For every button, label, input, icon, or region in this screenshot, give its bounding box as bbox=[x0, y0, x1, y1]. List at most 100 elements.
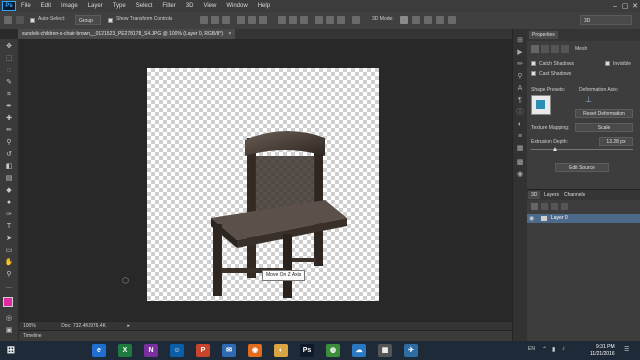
align-top-icon[interactable] bbox=[200, 16, 208, 24]
network-icon[interactable]: ▮ bbox=[552, 346, 555, 353]
maximize-button[interactable]: ▢ bbox=[620, 2, 630, 10]
align-center-icon[interactable] bbox=[248, 16, 256, 24]
dodge-tool-icon[interactable]: ● bbox=[4, 199, 14, 207]
blur-tool-icon[interactable]: ◆ bbox=[4, 187, 14, 195]
taskbar-skype-icon[interactable]: ☺ bbox=[170, 344, 184, 357]
tray-arrow-icon[interactable]: ⌃ bbox=[542, 346, 547, 353]
extrusion-slider-handle[interactable] bbox=[553, 147, 557, 151]
auto-select-dropdown[interactable]: Group bbox=[75, 15, 101, 25]
cast-shadows-checkbox[interactable] bbox=[531, 71, 536, 76]
timeline-tab[interactable]: Timeline bbox=[23, 333, 42, 339]
3d-roll-icon[interactable] bbox=[412, 16, 420, 24]
distribute-middle-icon[interactable] bbox=[289, 16, 297, 24]
align-left-icon[interactable] bbox=[237, 16, 245, 24]
menu-3d[interactable]: 3D bbox=[181, 3, 199, 9]
extrusion-depth-input[interactable]: 13.28 px bbox=[599, 137, 633, 146]
reset-deformation-button[interactable]: Reset Deformation bbox=[575, 109, 633, 118]
close-button[interactable]: ✕ bbox=[630, 2, 640, 10]
extrusion-depth-slider[interactable] bbox=[531, 149, 633, 150]
gradient-tool-icon[interactable]: ▤ bbox=[4, 175, 14, 183]
menu-filter[interactable]: Filter bbox=[157, 3, 180, 9]
move-tool-icon[interactable] bbox=[4, 16, 12, 24]
clock-date[interactable]: 11/21/2016 bbox=[590, 351, 615, 357]
menu-select[interactable]: Select bbox=[131, 3, 158, 9]
align-middle-icon[interactable] bbox=[211, 16, 219, 24]
distribute-bottom-icon[interactable] bbox=[300, 16, 308, 24]
taskbar-travel-icon[interactable]: ✈ bbox=[404, 344, 418, 357]
distribute-center-icon[interactable] bbox=[326, 16, 334, 24]
brush-tool-icon[interactable]: ✏ bbox=[4, 127, 14, 135]
3d-pan-icon[interactable] bbox=[424, 16, 432, 24]
scene-filter-icon[interactable] bbox=[531, 203, 538, 210]
taskbar-onenote-icon[interactable]: N bbox=[144, 344, 158, 357]
menu-layer[interactable]: Layer bbox=[83, 3, 108, 9]
history-panel-icon[interactable]: ⊞ bbox=[516, 37, 524, 44]
menu-image[interactable]: Image bbox=[56, 3, 83, 9]
marquee-tool-icon[interactable]: ⬚ bbox=[4, 55, 14, 63]
filter-coordinates-icon[interactable] bbox=[561, 45, 569, 53]
mesh-filter-icon[interactable] bbox=[541, 203, 548, 210]
filter-mesh-icon[interactable] bbox=[531, 45, 539, 53]
3d-axis-widget-icon[interactable]: ⬡ bbox=[122, 276, 132, 285]
3d-slide-icon[interactable] bbox=[436, 16, 444, 24]
shape-tool-icon[interactable]: ▭ bbox=[4, 247, 14, 255]
align-right-icon[interactable] bbox=[259, 16, 267, 24]
tab-3d[interactable]: 3D bbox=[528, 191, 541, 199]
document-tab[interactable]: sundvik-children-s-chair-brown__0121523_… bbox=[18, 29, 236, 39]
properties-panel-icon[interactable]: ≡ bbox=[516, 133, 524, 140]
menu-view[interactable]: View bbox=[198, 3, 221, 9]
notifications-icon[interactable]: ☰ bbox=[624, 346, 629, 353]
properties-tab[interactable]: Properties bbox=[529, 31, 558, 39]
type-tool-icon[interactable]: T bbox=[4, 223, 14, 231]
3d-orbit-icon[interactable] bbox=[400, 16, 408, 24]
clock-time[interactable]: 9:31 PM bbox=[596, 344, 615, 350]
layer-row[interactable]: ◉ Layer 0 bbox=[527, 214, 640, 223]
workspace-switcher[interactable]: 3D bbox=[580, 15, 632, 25]
lasso-tool-icon[interactable]: ◌ bbox=[4, 67, 14, 75]
quick-mask-icon[interactable]: ◎ bbox=[4, 315, 14, 323]
menu-type[interactable]: Type bbox=[108, 3, 131, 9]
actions-panel-icon[interactable]: ▶ bbox=[516, 49, 524, 56]
texture-mapping-dropdown[interactable]: Scale bbox=[575, 123, 633, 132]
menu-help[interactable]: Help bbox=[253, 3, 275, 9]
show-transform-checkbox[interactable] bbox=[108, 18, 113, 23]
document-canvas[interactable] bbox=[147, 68, 379, 301]
minimize-button[interactable]: – bbox=[610, 3, 620, 10]
taskbar-photoshop-icon[interactable]: Ps bbox=[300, 344, 314, 357]
menu-file[interactable]: File bbox=[16, 3, 36, 9]
taskbar-chrome-icon[interactable]: ◐ bbox=[274, 344, 288, 357]
taskbar-edge-icon[interactable]: e bbox=[92, 344, 106, 357]
tab-layers[interactable]: Layers bbox=[541, 191, 562, 199]
tab-channels[interactable]: Channels bbox=[561, 191, 588, 199]
zoom-tool-icon[interactable]: ⚲ bbox=[4, 271, 14, 279]
language-indicator[interactable]: EN bbox=[528, 346, 535, 352]
brush-panel-icon[interactable]: ✏ bbox=[516, 61, 524, 68]
volume-icon[interactable]: ♪ bbox=[562, 346, 565, 352]
edit-source-button[interactable]: Edit Source bbox=[555, 163, 609, 172]
path-select-tool-icon[interactable]: ➤ bbox=[4, 235, 14, 243]
distribute-top-icon[interactable] bbox=[278, 16, 286, 24]
taskbar-maps-icon[interactable]: ◍ bbox=[326, 344, 340, 357]
history-brush-tool-icon[interactable]: ↺ bbox=[4, 151, 14, 159]
eraser-tool-icon[interactable]: ◧ bbox=[4, 163, 14, 171]
windows-start-icon[interactable]: ⊞ bbox=[4, 344, 18, 357]
clone-source-panel-icon[interactable]: ⚲ bbox=[516, 73, 524, 80]
taskbar-calculator-icon[interactable]: ▦ bbox=[378, 344, 392, 357]
taskbar-firefox-icon[interactable]: ◉ bbox=[248, 344, 262, 357]
light-filter-icon[interactable] bbox=[561, 203, 568, 210]
taskbar-mail-icon[interactable]: ✉ bbox=[222, 344, 236, 357]
shape-preset-thumbnail[interactable] bbox=[531, 95, 551, 115]
paragraph-panel-icon[interactable]: ¶ bbox=[516, 97, 524, 104]
menu-edit[interactable]: Edit bbox=[36, 3, 56, 9]
3d-scale-icon[interactable] bbox=[448, 16, 456, 24]
more-tools-icon[interactable]: … bbox=[4, 283, 14, 291]
character-panel-icon[interactable]: A bbox=[516, 85, 524, 92]
pen-tool-icon[interactable]: ✑ bbox=[4, 211, 14, 219]
move-tool-icon[interactable]: ✥ bbox=[4, 43, 14, 51]
close-tab-icon[interactable]: × bbox=[228, 31, 231, 37]
filter-deform-icon[interactable] bbox=[541, 45, 549, 53]
styles-panel-icon[interactable]: ▦ bbox=[516, 145, 524, 152]
catch-shadows-checkbox[interactable] bbox=[531, 61, 536, 66]
auto-select-checkbox[interactable] bbox=[30, 18, 35, 23]
taskbar-powerpoint-icon[interactable]: P bbox=[196, 344, 210, 357]
